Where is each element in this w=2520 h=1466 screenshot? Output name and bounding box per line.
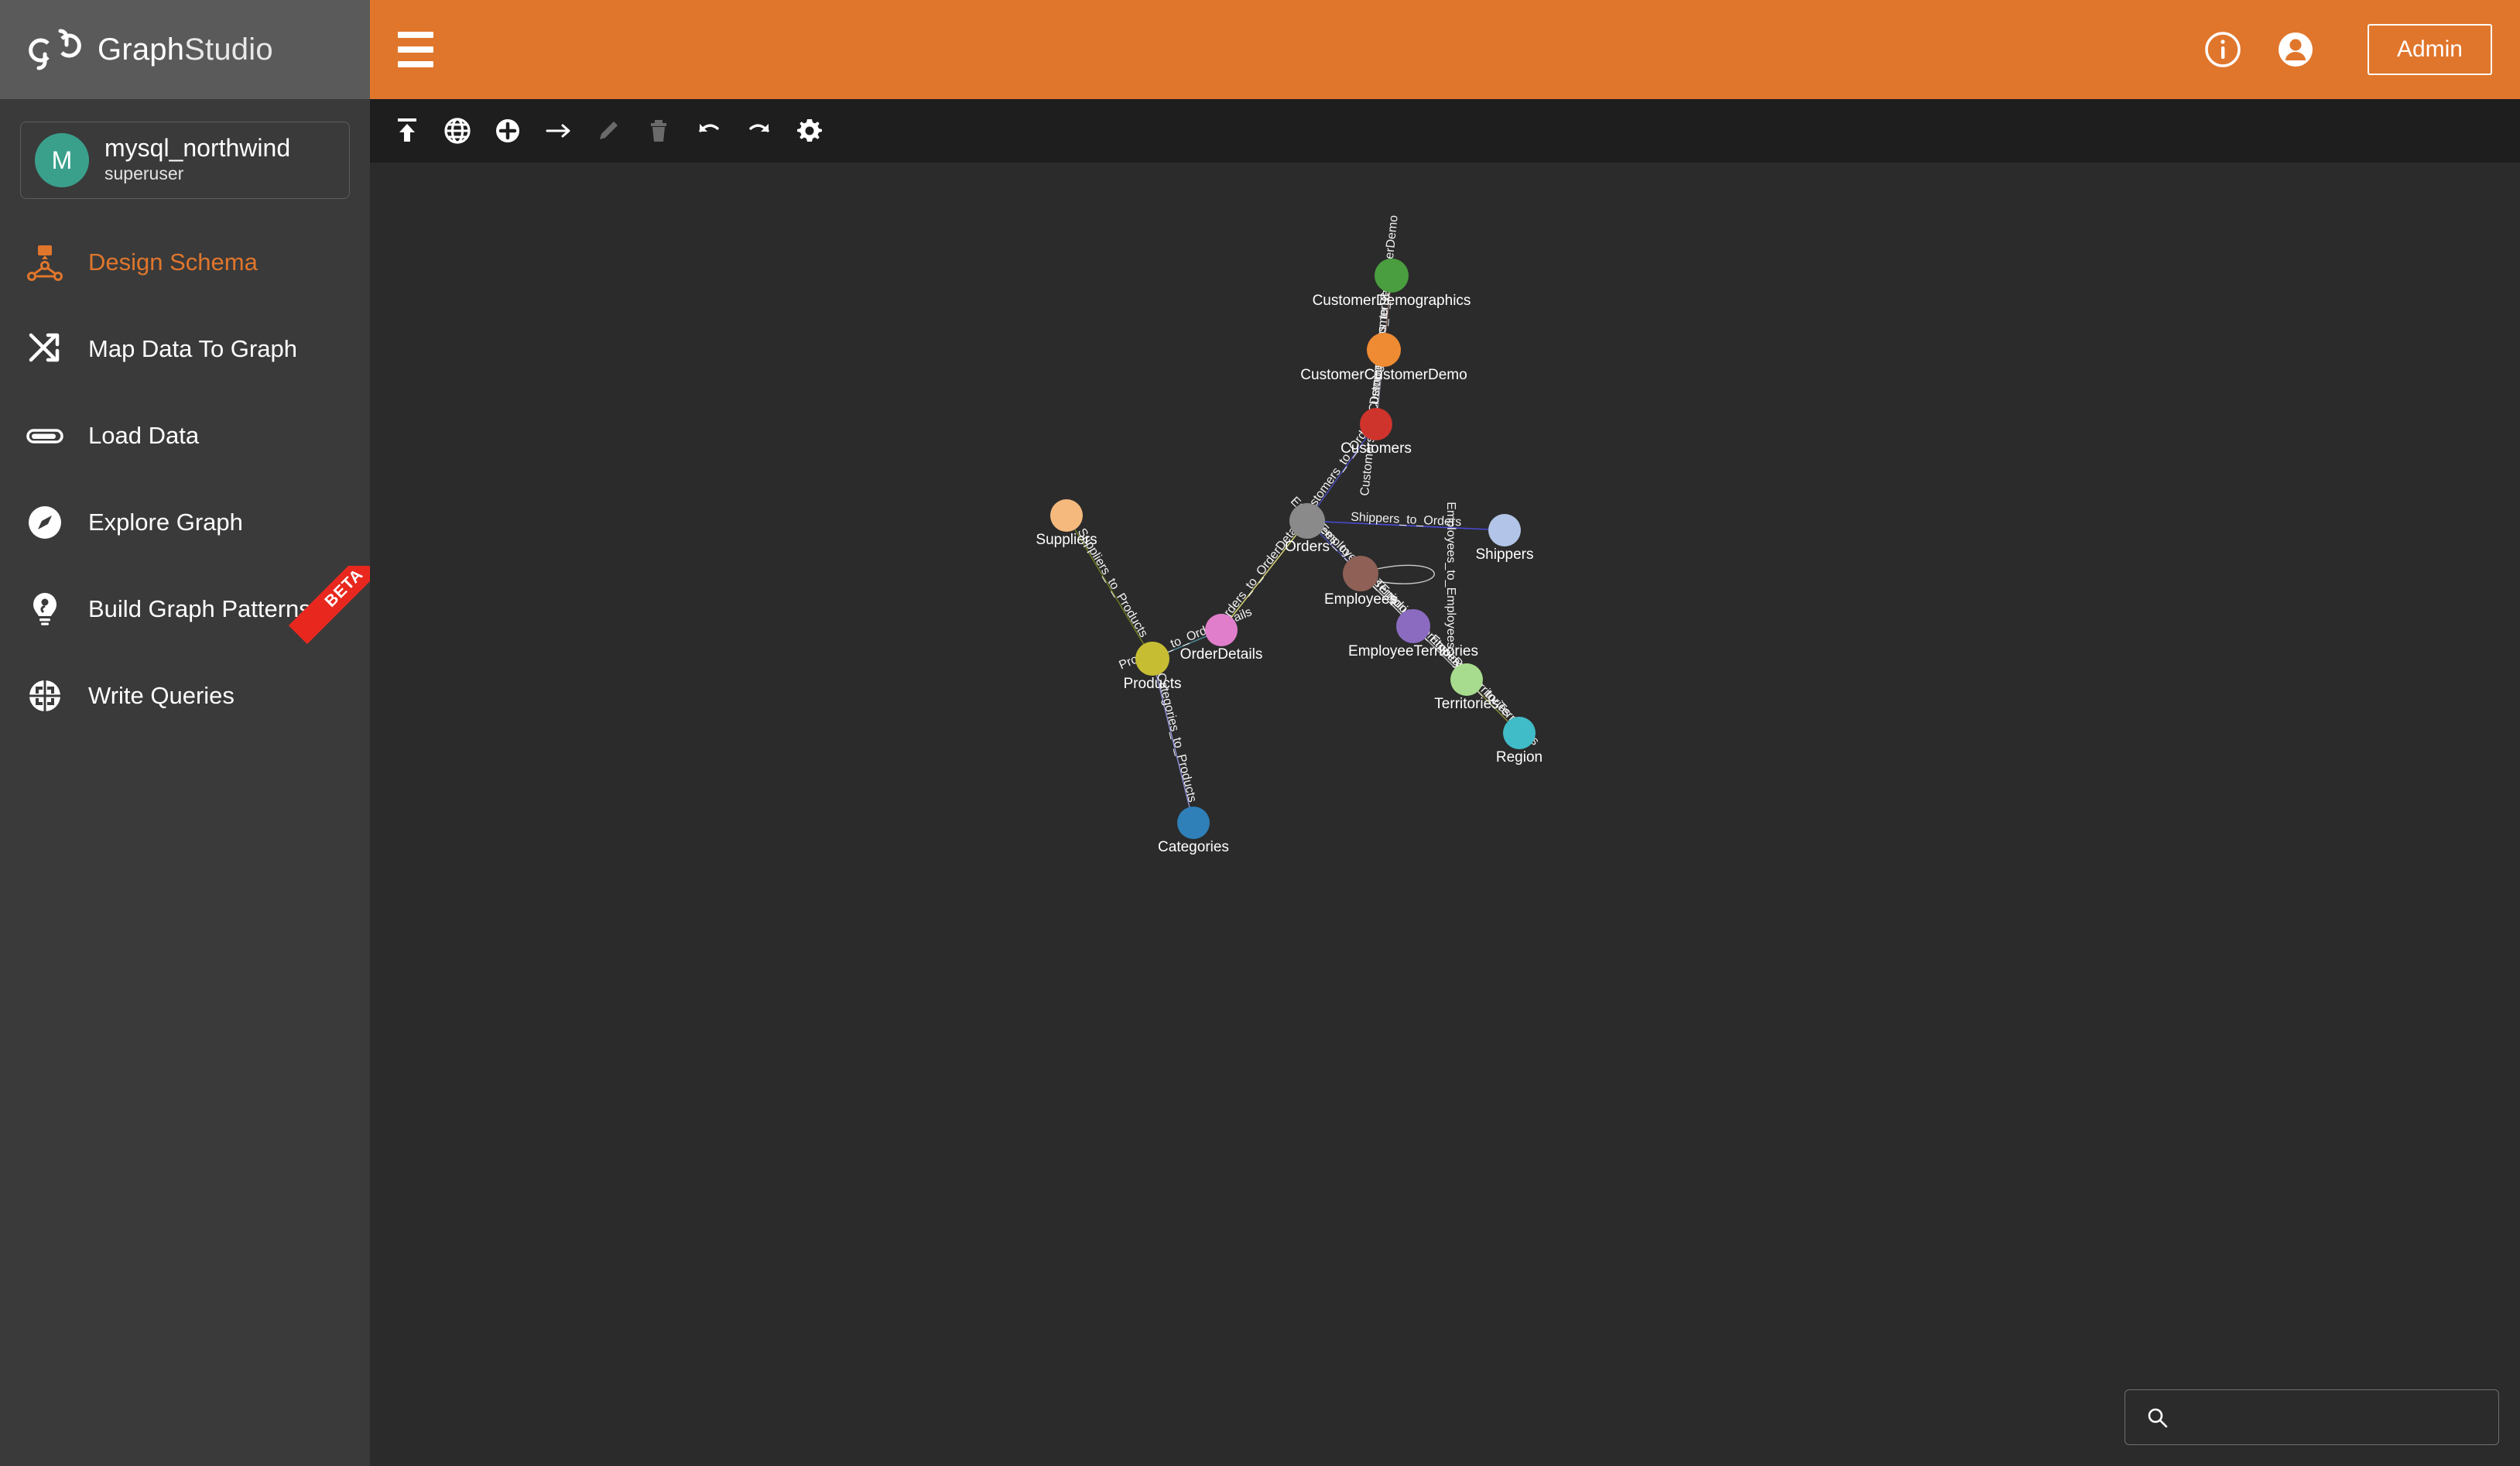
graph-node-label: Region — [1496, 749, 1542, 766]
schema-toolbar — [370, 99, 2520, 163]
graph-node[interactable]: CustomerDemographics — [1313, 259, 1471, 309]
brand-name-bold: Graph — [98, 33, 184, 67]
graph-node[interactable]: Shippers — [1476, 514, 1534, 563]
search-input[interactable] — [2169, 1406, 2498, 1430]
sidebar-item-write-queries[interactable]: Write Queries — [0, 653, 370, 739]
edit-pencil-icon[interactable] — [584, 106, 633, 156]
schema-icon — [23, 241, 67, 284]
account-circle-icon[interactable] — [2275, 29, 2316, 70]
graph-node[interactable]: Orders — [1285, 503, 1330, 555]
capsule-icon — [23, 414, 67, 457]
profile-card[interactable]: M mysql_northwind superuser — [20, 122, 350, 199]
sidebar-item-label: Load Data — [88, 422, 199, 450]
admin-button[interactable]: Admin — [2368, 24, 2492, 75]
graph-node[interactable]: Suppliers — [1036, 499, 1097, 548]
sidebar-item-build-graph-patterns[interactable]: Build Graph Patterns BETA — [0, 566, 370, 653]
sidebar-item-label: Design Schema — [88, 248, 258, 276]
top-header: Admin — [370, 0, 2520, 99]
header-actions: Admin — [2202, 24, 2492, 75]
publish-schema-icon[interactable] — [382, 106, 432, 156]
gsql-icon — [23, 674, 67, 718]
search-icon — [2145, 1406, 2169, 1429]
schema-graph-canvas[interactable]: Demographics_to_CustomerDemoCustomers_to… — [370, 163, 2520, 1466]
graph-node-label: Categories — [1158, 839, 1229, 855]
profile-name: mysql_northwind — [104, 135, 290, 162]
graph-node-label: OrderDetails — [1180, 646, 1263, 663]
graph-node-label: Customers — [1340, 440, 1412, 457]
graph-node-label: Suppliers — [1036, 532, 1097, 548]
graphstudio-app: GraphStudio M mysql_northwind superuser — [0, 0, 2520, 1466]
redo-icon[interactable] — [734, 106, 784, 156]
graph-node-label: CustomerCustomerDemo — [1300, 367, 1467, 383]
sidebar-item-load-data[interactable]: Load Data — [0, 392, 370, 479]
avatar: M — [35, 133, 89, 187]
add-edge-arrow-icon[interactable] — [533, 106, 583, 156]
add-vertex-icon[interactable] — [483, 106, 532, 156]
svg-text:Employees_to_Employees: Employees_to_Employees — [1444, 502, 1457, 648]
hamburger-menu-icon[interactable] — [398, 26, 444, 73]
delete-trash-icon[interactable] — [634, 106, 683, 156]
profile-role: superuser — [104, 163, 290, 186]
sidebar-item-explore-graph[interactable]: Explore Graph — [0, 479, 370, 566]
sidebar-nav: Design Schema Map Data To Graph — [0, 219, 370, 739]
sidebar-item-map-data-to-graph[interactable]: Map Data To Graph — [0, 306, 370, 392]
graph-node[interactable]: EmployeeTerritories — [1348, 609, 1478, 659]
sidebar-item-label: Explore Graph — [88, 509, 243, 536]
brand-name-thin: Studio — [184, 33, 273, 67]
graph-edge[interactable]: Orders_to_OrderDetails — [1216, 515, 1307, 630]
schema-graph[interactable]: Demographics_to_CustomerDemoCustomers_to… — [370, 163, 2520, 1466]
graph-node[interactable]: CustomerCustomerDemo — [1300, 333, 1467, 383]
graph-node-label: Orders — [1285, 539, 1330, 555]
graph-node[interactable]: Customers — [1340, 408, 1412, 457]
graph-node-label: Territories — [1434, 696, 1498, 712]
brand-logo[interactable]: GraphStudio — [0, 0, 370, 99]
graph-node-label: CustomerDemographics — [1313, 293, 1471, 309]
graph-search-box[interactable] — [2125, 1389, 2499, 1445]
node-layer: CustomerDemographics CustomerCustomerDemo… — [1036, 259, 1542, 855]
sidebar: GraphStudio M mysql_northwind superuser — [0, 0, 370, 1466]
graph-node-label: Products — [1124, 676, 1182, 692]
graphstudio-logo-icon — [28, 28, 84, 71]
main-area: Admin — [370, 0, 2520, 1466]
sidebar-item-design-schema[interactable]: Design Schema — [0, 219, 370, 306]
globe-icon[interactable] — [433, 106, 482, 156]
lightbulb-icon — [23, 587, 67, 631]
sidebar-item-label: Write Queries — [88, 682, 235, 710]
brand-name: GraphStudio — [98, 33, 273, 67]
settings-gear-icon[interactable] — [785, 106, 834, 156]
graph-node[interactable]: Categories — [1158, 807, 1229, 855]
shuffle-icon — [23, 327, 67, 371]
sidebar-item-label: Build Graph Patterns — [88, 595, 311, 623]
graph-node-label: EmployeeTerritories — [1348, 643, 1478, 659]
graph-node-label: Employees — [1324, 591, 1397, 608]
sidebar-item-label: Map Data To Graph — [88, 335, 297, 363]
graph-edge[interactable]: Shippers_to_Orders — [1307, 511, 1505, 530]
graph-node-label: Shippers — [1476, 546, 1534, 563]
compass-icon — [23, 501, 67, 544]
info-circle-icon[interactable] — [2202, 29, 2244, 70]
undo-icon[interactable] — [684, 106, 734, 156]
